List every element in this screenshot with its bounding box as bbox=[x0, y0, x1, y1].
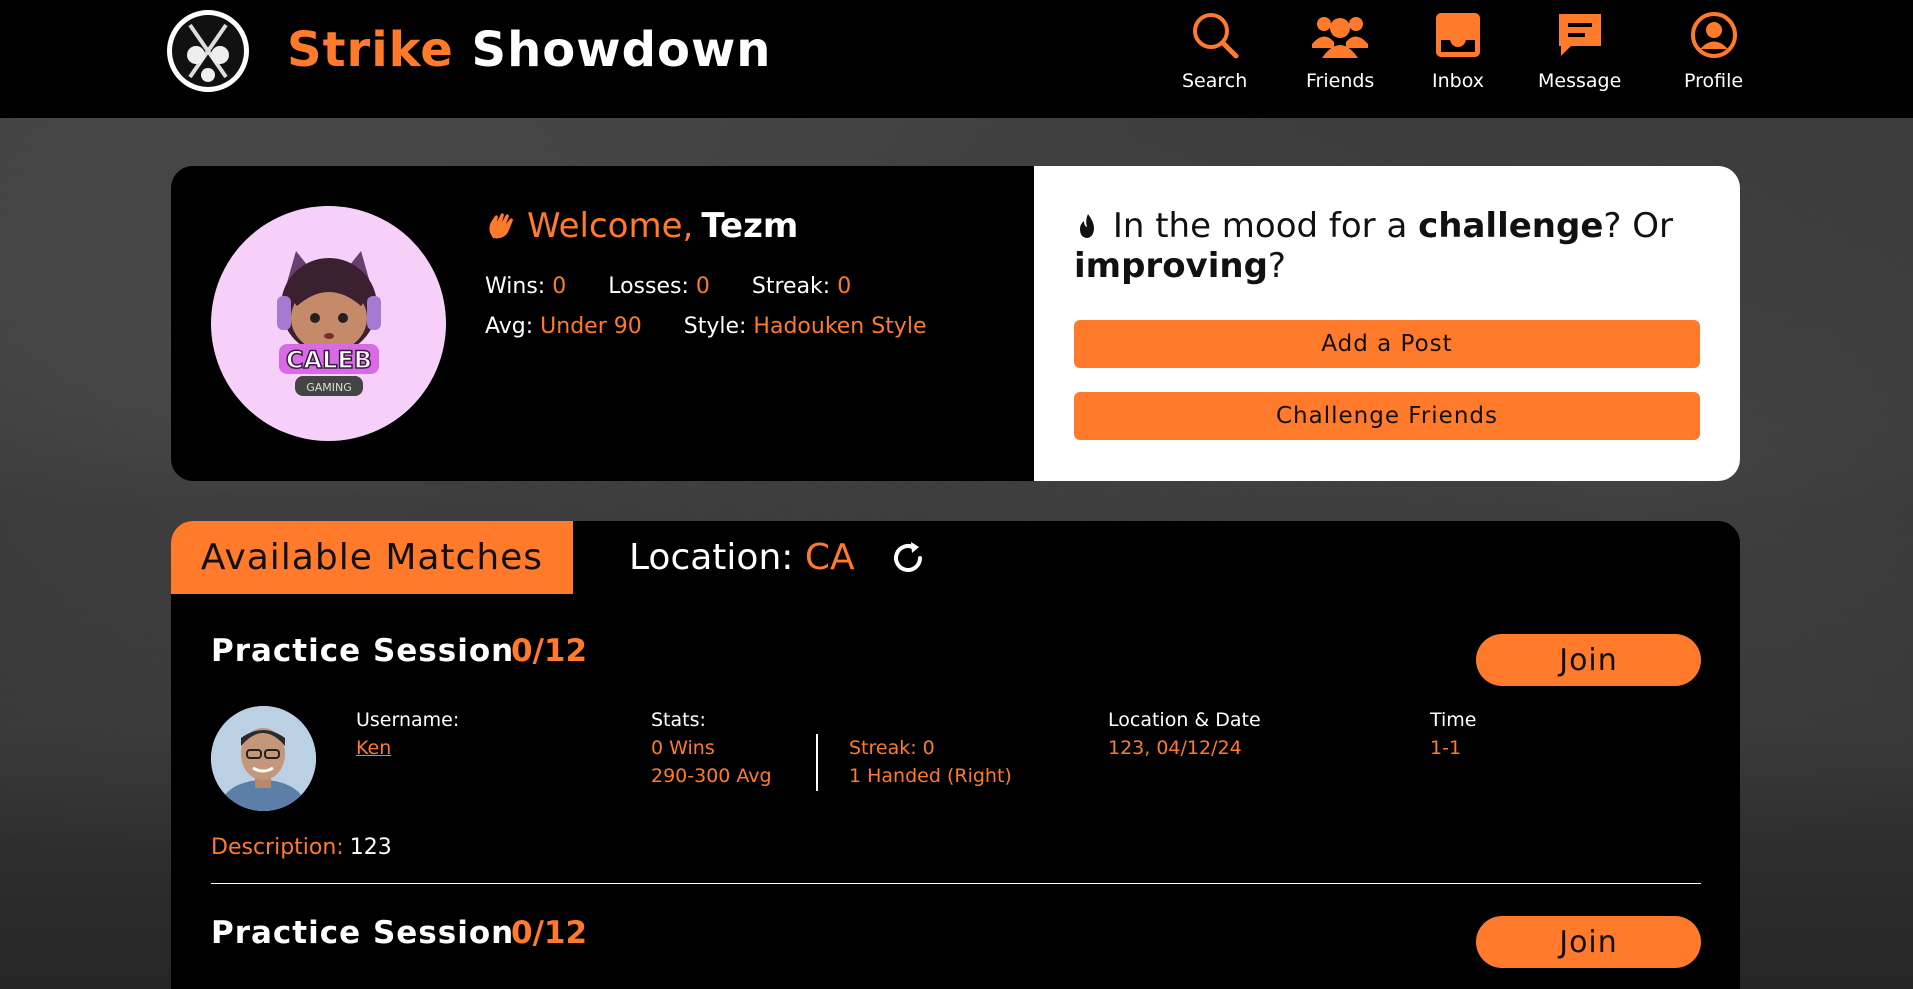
stats-divider bbox=[816, 734, 818, 791]
refresh-icon[interactable] bbox=[889, 539, 927, 577]
prompt-bold-1: challenge bbox=[1418, 206, 1604, 246]
welcome-heading: Welcome, Tezm bbox=[485, 206, 798, 246]
prompt-text-2: ? Or bbox=[1603, 206, 1673, 246]
stats-row-2: Avg: Under 90 Style: Hadouken Style bbox=[485, 314, 969, 339]
style-value: Hadouken Style bbox=[753, 314, 927, 339]
stats-label: Stats: bbox=[651, 709, 706, 731]
match-player-count: 0/12 bbox=[511, 633, 588, 669]
message-icon bbox=[1558, 14, 1601, 56]
host-handedness: 1 Handed (Right) bbox=[849, 765, 1012, 787]
nav-inbox-label: Inbox bbox=[1432, 70, 1484, 92]
stats-row-1: Wins: 0 Losses: 0 Streak: 0 bbox=[485, 274, 893, 299]
inbox-icon bbox=[1436, 13, 1480, 57]
nav-search[interactable]: Search bbox=[1182, 10, 1247, 92]
match-title: Practice Session bbox=[211, 915, 515, 951]
host-username-link[interactable]: Ken bbox=[356, 737, 391, 759]
welcome-card: CALEB GAMING Welcome, Tezm Wins: 0 Losse… bbox=[171, 166, 1034, 481]
top-navigation-bar: Strike Showdown Search Friends Inbox Mes… bbox=[0, 0, 1913, 118]
flame-icon bbox=[1080, 214, 1094, 238]
search-icon bbox=[1192, 13, 1239, 59]
logo-emblem-icon bbox=[172, 15, 244, 87]
location-date-label: Location & Date bbox=[1108, 709, 1261, 731]
streak-value: 0 bbox=[837, 274, 852, 299]
challenge-friends-button[interactable]: Challenge Friends bbox=[1074, 392, 1700, 440]
welcome-greeting: Welcome, bbox=[527, 206, 694, 246]
location-label: Location: bbox=[629, 537, 794, 578]
challenge-card: In the mood for a challenge? Or improvin… bbox=[1034, 166, 1740, 481]
nav-search-label: Search bbox=[1182, 70, 1248, 92]
nav-profile[interactable]: Profile bbox=[1684, 10, 1743, 92]
prompt-text-1: In the mood for a bbox=[1112, 206, 1419, 246]
user-avatar[interactable]: CALEB GAMING bbox=[211, 206, 446, 441]
nav-friends-label: Friends bbox=[1306, 70, 1375, 92]
wave-hand-icon bbox=[489, 213, 513, 239]
wins-label: Wins: bbox=[485, 274, 546, 299]
avg-value: Under 90 bbox=[540, 314, 642, 339]
avatar-subtext: GAMING bbox=[306, 381, 352, 394]
match-divider bbox=[211, 883, 1701, 884]
host-streak: Streak: 0 bbox=[849, 737, 935, 759]
add-post-button[interactable]: Add a Post bbox=[1074, 320, 1700, 368]
time-label: Time bbox=[1430, 709, 1477, 731]
app-title: Strike Showdown bbox=[287, 22, 771, 78]
location-value: CA bbox=[804, 537, 855, 578]
description-value: 123 bbox=[349, 835, 392, 860]
wins-value: 0 bbox=[552, 274, 567, 299]
nav-message-label: Message bbox=[1538, 70, 1622, 92]
location-filter[interactable]: Location: CA bbox=[629, 537, 855, 578]
tab-available-matches[interactable]: Available Matches bbox=[171, 521, 573, 594]
match-description: Description: 123 bbox=[211, 835, 392, 860]
prompt-bold-2: improving bbox=[1074, 246, 1268, 286]
style-label: Style: bbox=[683, 314, 747, 339]
location-date-value: 123, 04/12/24 bbox=[1108, 737, 1242, 759]
friends-icon bbox=[1312, 17, 1369, 58]
losses-value: 0 bbox=[695, 274, 710, 299]
streak-label: Streak: bbox=[751, 274, 831, 299]
join-button[interactable]: Join bbox=[1476, 916, 1701, 968]
match-title: Practice Session bbox=[211, 633, 515, 669]
nav-message[interactable]: Message bbox=[1538, 10, 1621, 92]
prompt-text-3: ? bbox=[1267, 246, 1286, 286]
host-wins: 0 Wins bbox=[651, 737, 715, 759]
host-avg: 290-300 Avg bbox=[651, 765, 772, 787]
username-label: Username: bbox=[356, 709, 460, 731]
host-avatar[interactable] bbox=[211, 706, 316, 811]
challenge-prompt: In the mood for a challenge? Or improvin… bbox=[1074, 206, 1674, 286]
nav-inbox[interactable]: Inbox bbox=[1432, 10, 1484, 92]
profile-icon bbox=[1690, 12, 1737, 58]
match-player-count: 0/12 bbox=[511, 915, 588, 951]
available-matches-panel: Available Matches Location: CA Practice … bbox=[171, 521, 1740, 989]
host-photo bbox=[211, 706, 316, 811]
nav-friends[interactable]: Friends bbox=[1306, 10, 1374, 92]
losses-label: Losses: bbox=[608, 274, 689, 299]
description-label: Description: bbox=[211, 835, 344, 860]
brand-part-2: Showdown bbox=[471, 22, 772, 78]
nav-profile-label: Profile bbox=[1684, 70, 1744, 92]
join-button[interactable]: Join bbox=[1476, 634, 1701, 686]
welcome-username: Tezm bbox=[701, 206, 799, 246]
brand-part-1: Strike bbox=[287, 22, 454, 78]
logo[interactable] bbox=[167, 10, 249, 92]
avatar-illustration: CALEB GAMING bbox=[277, 251, 381, 396]
time-value: 1-1 bbox=[1430, 737, 1462, 759]
avatar-text: CALEB bbox=[286, 346, 372, 374]
avg-label: Avg: bbox=[485, 314, 534, 339]
